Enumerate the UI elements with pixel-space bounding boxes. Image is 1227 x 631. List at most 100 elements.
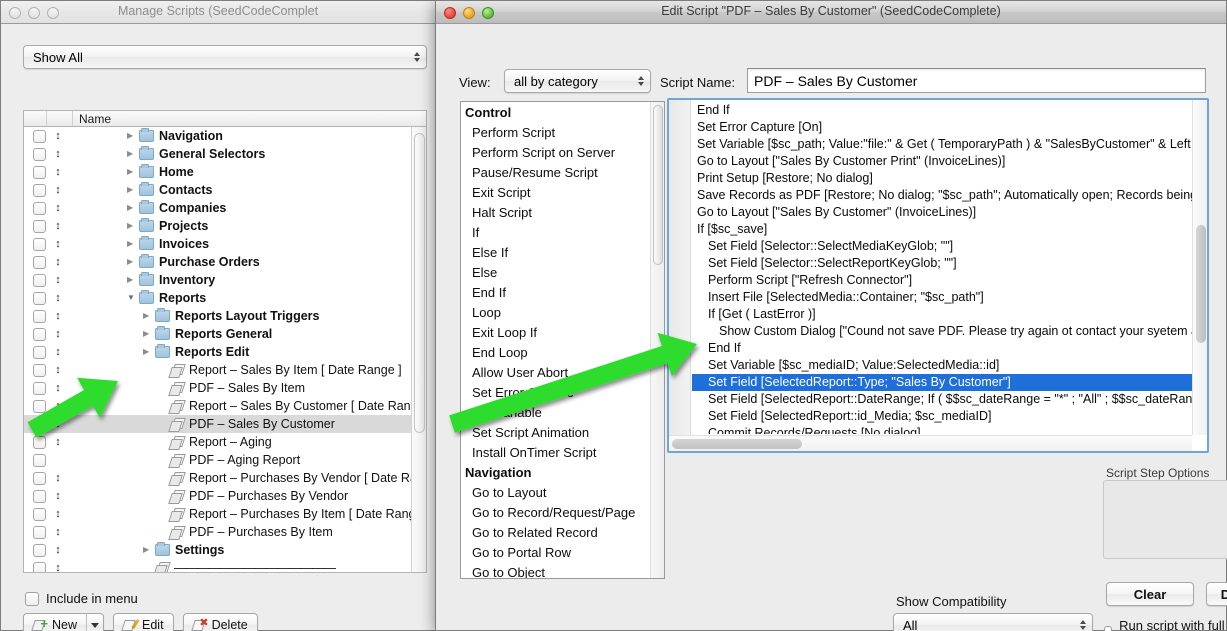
row-checkbox[interactable] [33, 418, 46, 431]
step-palette-item[interactable]: Loop [461, 303, 650, 323]
script-list-row[interactable]: ↕▶Reports General [24, 325, 426, 343]
row-checkbox[interactable] [33, 508, 46, 521]
row-drag-handle-icon[interactable]: ↕ [46, 401, 70, 412]
disclosure-closed-icon[interactable]: ▶ [127, 204, 139, 212]
clear-button[interactable]: Clear [1106, 582, 1194, 606]
script-list-row[interactable]: ↕PDF – Aging Report [24, 451, 426, 469]
step-palette-item[interactable]: Else [461, 263, 650, 283]
row-drag-handle-icon[interactable]: ↕ [46, 383, 70, 394]
step-palette-item[interactable]: Go to Object [461, 563, 650, 578]
script-line[interactable]: Set Field [SelectedReport::DateRange; If… [692, 391, 1192, 408]
disclosure-closed-icon[interactable]: ▶ [127, 150, 139, 158]
script-line[interactable]: Set Field [Selector::SelectReportKeyGlob… [692, 255, 1192, 272]
view-dropdown[interactable]: all by category [504, 69, 651, 93]
show-all-filter-dropdown[interactable]: Show All [23, 45, 427, 69]
step-palette-item[interactable]: Set Script Animation [461, 423, 650, 443]
delete-script-button[interactable]: Delete [183, 613, 258, 631]
script-list-row[interactable]: ↕Report – Sales By Customer [ Date Range… [24, 397, 426, 415]
disclosure-closed-icon[interactable]: ▶ [127, 222, 139, 230]
new-script-dropdown-button[interactable] [86, 613, 104, 631]
script-line[interactable]: Save Records as PDF [Restore; No dialog;… [692, 187, 1192, 204]
row-checkbox[interactable] [33, 490, 46, 503]
step-palette-item[interactable]: Set Variable [461, 403, 650, 423]
row-checkbox[interactable] [33, 436, 46, 449]
script-list-scrollbar-thumb[interactable] [414, 133, 425, 433]
script-list-row[interactable]: ↕▶Inventory [24, 271, 426, 289]
row-drag-handle-icon[interactable]: ↕ [46, 149, 70, 160]
script-name-input[interactable]: PDF – Sales By Customer [747, 68, 1206, 93]
script-list-row[interactable]: ↕Report – Aging [24, 433, 426, 451]
row-drag-handle-icon[interactable]: ↕ [46, 527, 70, 538]
disclosure-closed-icon[interactable]: ▶ [127, 168, 139, 176]
script-line[interactable]: Go to Layout ["Sales By Customer Print" … [692, 153, 1192, 170]
script-steps-scrollbar[interactable] [650, 102, 664, 578]
row-drag-handle-icon[interactable]: ↕ [46, 257, 70, 268]
disclosure-closed-icon[interactable]: ▶ [143, 330, 155, 338]
step-palette-item[interactable]: Go to Record/Request/Page [461, 503, 650, 523]
script-list-row[interactable]: ↕▶Invoices [24, 235, 426, 253]
row-checkbox[interactable] [33, 202, 46, 215]
step-palette-item[interactable]: If [461, 223, 650, 243]
script-list-row[interactable]: ↕▶Home [24, 163, 426, 181]
script-steps-list[interactable]: ControlPerform ScriptPerform Script on S… [461, 102, 650, 578]
row-checkbox[interactable] [33, 526, 46, 539]
disclosure-closed-icon[interactable]: ▶ [143, 546, 155, 554]
script-line-selected[interactable]: Set Field [SelectedReport::Type; "Sales … [692, 374, 1192, 391]
row-checkbox[interactable] [33, 562, 46, 574]
script-body-vscrollbar-thumb[interactable] [1196, 225, 1206, 343]
row-checkbox[interactable] [33, 472, 46, 485]
step-palette-item[interactable]: Perform Script [461, 123, 650, 143]
script-list[interactable]: ↕▶Navigation↕▶General Selectors↕▶Home↕▶C… [23, 127, 427, 573]
row-drag-handle-icon[interactable]: ↕ [46, 203, 70, 214]
row-checkbox[interactable] [33, 454, 46, 467]
script-line[interactable]: Commit Records/Requests [No dialog] [692, 425, 1192, 434]
script-line[interactable]: Show Custom Dialog ["Cound not save PDF.… [692, 323, 1192, 340]
row-checkbox[interactable] [33, 220, 46, 233]
step-palette-item[interactable]: Exit Loop If [461, 323, 650, 343]
step-palette-item[interactable]: Else If [461, 243, 650, 263]
script-body-lines[interactable]: End IfSet Error Capture [On]Set Variable… [692, 102, 1192, 434]
disclosure-closed-icon[interactable]: ▶ [127, 132, 139, 140]
script-list-row[interactable]: ↕PDF – Purchases By Vendor [24, 487, 426, 505]
script-list-scrollbar[interactable] [411, 127, 426, 572]
step-palette-item[interactable]: Go to Related Record [461, 523, 650, 543]
row-checkbox[interactable] [33, 328, 46, 341]
row-checkbox[interactable] [33, 346, 46, 359]
script-line[interactable]: End If [692, 340, 1192, 357]
row-drag-handle-icon[interactable]: ↕ [46, 509, 70, 520]
script-line[interactable]: Print Setup [Restore; No dialog] [692, 170, 1192, 187]
row-drag-handle-icon[interactable]: ↕ [46, 221, 70, 232]
script-list-row[interactable]: ↕—————————————— [24, 559, 426, 573]
row-drag-handle-icon[interactable]: ↕ [46, 167, 70, 178]
row-checkbox[interactable] [33, 274, 46, 287]
row-checkbox[interactable] [33, 256, 46, 269]
edit-script-titlebar[interactable]: Edit Script "PDF – Sales By Customer" (S… [436, 1, 1226, 24]
include-in-menu-checkbox-box[interactable] [25, 592, 39, 606]
step-palette-item[interactable]: Pause/Resume Script [461, 163, 650, 183]
script-body-vscrollbar[interactable] [1192, 100, 1207, 435]
script-line[interactable]: Set Variable [$sc_mediaID; Value:Selecte… [692, 357, 1192, 374]
row-drag-handle-icon[interactable]: ↕ [46, 365, 70, 376]
row-drag-handle-icon[interactable]: ↕ [46, 329, 70, 340]
row-drag-handle-icon[interactable]: ↕ [46, 563, 70, 574]
row-drag-handle-icon[interactable]: ↕ [46, 131, 70, 142]
script-line[interactable]: Perform Script ["Refresh Connector"] [692, 272, 1192, 289]
script-line[interactable]: Insert File [SelectedMedia::Container; "… [692, 289, 1192, 306]
row-drag-handle-icon[interactable]: ↕ [46, 311, 70, 322]
script-list-row[interactable]: ↕Report – Sales By Item [ Date Range ] [24, 361, 426, 379]
script-steps-palette[interactable]: ControlPerform ScriptPerform Script on S… [460, 101, 665, 579]
script-list-row[interactable]: ↕▶Projects [24, 217, 426, 235]
script-line[interactable]: If [Get ( LastError )] [692, 306, 1192, 323]
row-drag-handle-icon[interactable]: ↕ [46, 419, 70, 430]
disclosure-closed-icon[interactable]: ▶ [127, 240, 139, 248]
step-palette-item[interactable]: Exit Script [461, 183, 650, 203]
script-list-row[interactable]: ↕▶Navigation [24, 127, 426, 145]
script-list-row[interactable]: ↕▶General Selectors [24, 145, 426, 163]
step-palette-item[interactable]: Install OnTimer Script [461, 443, 650, 463]
step-palette-item[interactable]: Go to Portal Row [461, 543, 650, 563]
script-list-row[interactable]: ↕Report – Purchases By Item [ Date Range… [24, 505, 426, 523]
step-palette-item[interactable]: Set Error Capture [461, 383, 650, 403]
script-line[interactable]: Go to Layout ["Sales By Customer" (Invoi… [692, 204, 1192, 221]
row-checkbox[interactable] [33, 544, 46, 557]
row-drag-handle-icon[interactable]: ↕ [46, 293, 70, 304]
